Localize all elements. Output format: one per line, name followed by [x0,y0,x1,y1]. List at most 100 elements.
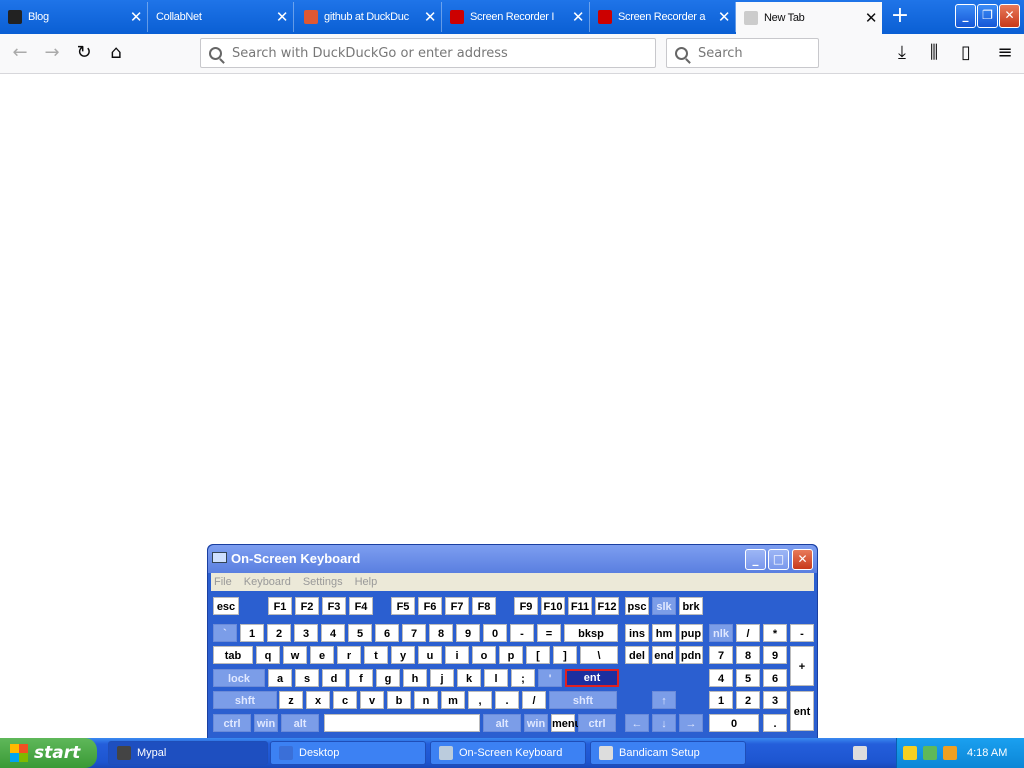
key[interactable]: h [403,669,427,687]
key[interactable]: ` [213,624,237,642]
taskbar-button[interactable]: Desktop [270,741,426,765]
key[interactable]: ctrl [213,714,251,732]
key[interactable]: F11 [568,597,592,615]
key[interactable]: ← [625,714,649,732]
home-icon[interactable]: ⌂ [104,42,128,66]
key[interactable]: brk [679,597,703,615]
tab-close-icon[interactable]: ✕ [271,8,293,26]
key[interactable]: esc [213,597,239,615]
key[interactable]: 9 [763,646,787,664]
key[interactable]: . [495,691,519,709]
key[interactable]: ↑ [652,691,676,709]
key[interactable]: d [322,669,346,687]
key[interactable]: m [441,691,465,709]
key[interactable]: bksp [564,624,618,642]
key[interactable]: r [337,646,361,664]
key[interactable]: 0 [709,714,759,732]
taskbar-button[interactable]: Bandicam Setup [590,741,746,765]
key[interactable]: q [256,646,280,664]
key[interactable]: 7 [709,646,733,664]
key[interactable]: 0 [483,624,507,642]
close-window-button[interactable]: ✕ [999,4,1020,28]
key[interactable]: alt [281,714,319,732]
tab-5[interactable]: New Tab ✕ [736,2,882,34]
close-button[interactable]: ✕ [792,549,813,570]
key[interactable]: c [333,691,357,709]
tab-close-icon[interactable]: ✕ [125,8,147,26]
key[interactable]: s [295,669,319,687]
taskbar-button[interactable]: Mypal [108,741,268,765]
key[interactable]: j [430,669,454,687]
key[interactable]: v [360,691,384,709]
key[interactable]: F12 [595,597,619,615]
tab-2[interactable]: github at DuckDuc ✕ [296,2,442,32]
reload-icon[interactable]: ↻ [72,42,96,66]
key[interactable]: F7 [445,597,469,615]
search-input[interactable]: Search [666,38,819,68]
key[interactable]: nlk [709,624,733,642]
key[interactable]: , [468,691,492,709]
tab-close-icon[interactable]: ✕ [713,8,735,26]
key[interactable]: g [376,669,400,687]
key[interactable]: win [254,714,278,732]
key[interactable]: . [763,714,787,732]
key[interactable]: ctrl [578,714,616,732]
key[interactable]: F3 [322,597,346,615]
key[interactable]: 7 [402,624,426,642]
key[interactable]: [ [526,646,550,664]
key[interactable]: 1 [240,624,264,642]
minimize-button[interactable]: _ [745,549,766,570]
key[interactable]: shft [213,691,277,709]
key[interactable]: alt [483,714,521,732]
forward-icon[interactable]: → [40,42,64,66]
library-icon[interactable]: ⫼ [922,42,946,66]
key[interactable]: ins [625,624,649,642]
key[interactable]: y [391,646,415,664]
key[interactable]: = [537,624,561,642]
key[interactable]: → [679,714,703,732]
key[interactable] [324,714,480,732]
osk-menu-item[interactable]: File [214,573,232,591]
key[interactable]: 3 [294,624,318,642]
back-icon[interactable]: ← [8,42,32,66]
key[interactable]: ; [511,669,535,687]
maximize-button[interactable]: □ [768,549,789,570]
key[interactable]: - [790,624,814,642]
key[interactable]: F8 [472,597,496,615]
key[interactable]: l [484,669,508,687]
key[interactable]: lock [213,669,265,687]
key[interactable]: / [736,624,760,642]
key[interactable]: pdn [679,646,703,664]
key[interactable]: F1 [268,597,292,615]
key[interactable]: e [310,646,334,664]
key[interactable]: F5 [391,597,415,615]
network-icon[interactable] [923,746,937,760]
osk-menu-item[interactable]: Settings [303,573,343,591]
key[interactable]: F10 [541,597,565,615]
tab-4[interactable]: Screen Recorder a ✕ [590,2,736,32]
key[interactable]: u [418,646,442,664]
keyboard-tray-icon[interactable] [853,746,867,760]
key[interactable]: n [414,691,438,709]
key[interactable]: F4 [349,597,373,615]
key[interactable]: z [279,691,303,709]
osk-menu-item[interactable]: Keyboard [244,573,291,591]
key[interactable]: o [472,646,496,664]
key[interactable]: + [790,646,814,686]
sidebar-icon[interactable]: ▯ [954,42,978,66]
key[interactable]: 1 [709,691,733,709]
key[interactable]: 9 [456,624,480,642]
menu-icon[interactable]: ≡ [993,42,1017,66]
tab-0[interactable]: Blog ✕ [0,2,148,32]
start-button[interactable]: start [0,738,97,768]
key[interactable]: pup [679,624,703,642]
key[interactable]: 5 [736,669,760,687]
key[interactable]: ent [565,669,619,687]
key[interactable]: del [625,646,649,664]
restore-window-button[interactable]: ❐ [977,4,998,28]
tab-3[interactable]: Screen Recorder I ✕ [442,2,590,32]
key[interactable]: 5 [348,624,372,642]
key[interactable]: ent [790,691,814,731]
search-tray-icon[interactable] [943,746,957,760]
key[interactable]: 3 [763,691,787,709]
